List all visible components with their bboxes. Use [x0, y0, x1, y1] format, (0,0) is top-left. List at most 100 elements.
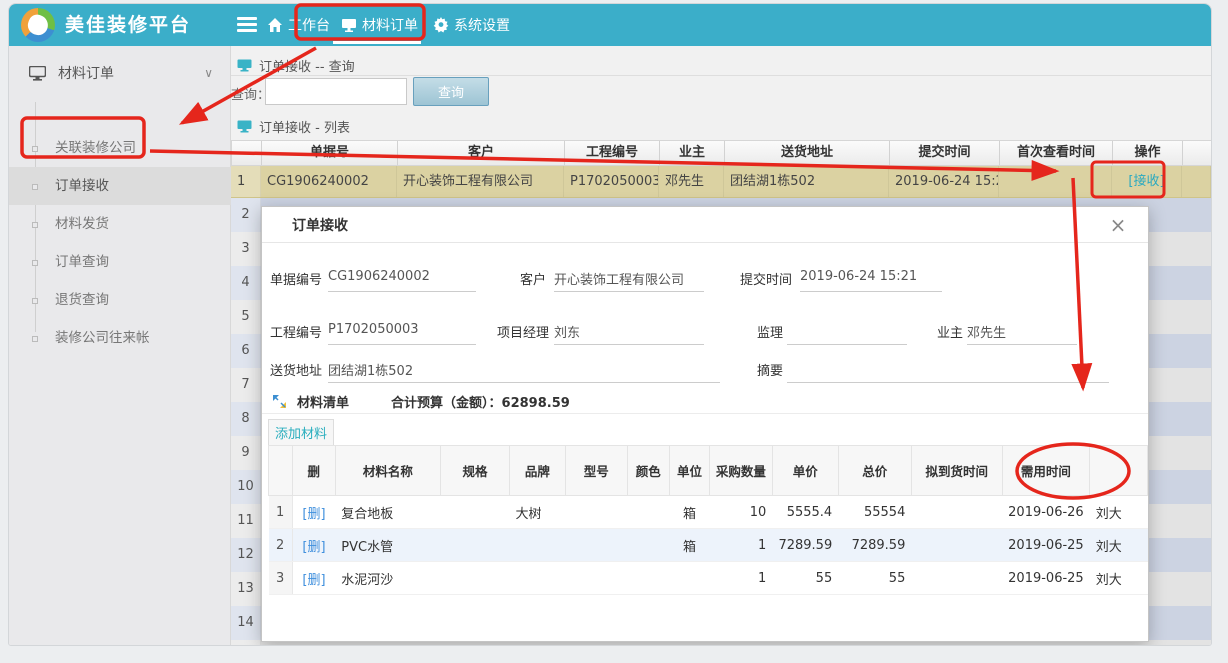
sidebar-item[interactable]: 订单接收 — [9, 167, 231, 205]
column-header: 材料名称 — [335, 446, 440, 496]
modal-field: 监理 — [757, 322, 783, 342]
column-header: 颜色 — [627, 446, 669, 496]
material-cell: 复合地板 — [335, 496, 440, 529]
material-cell: [删] — [292, 562, 335, 595]
field-value[interactable]: P1702050003 — [328, 322, 419, 337]
material-cell — [669, 562, 709, 595]
modal-field: 单据编号CG1906240002 — [270, 269, 322, 289]
field-value[interactable]: 邓先生 — [967, 322, 1006, 341]
column-header: 送货地址 — [725, 141, 890, 165]
field-underline — [967, 344, 1077, 345]
monitor-icon — [237, 120, 252, 133]
row-number: 8 — [231, 402, 261, 436]
column-header-spacer — [1090, 446, 1148, 496]
delete-link[interactable]: [删] — [302, 540, 325, 555]
field-underline — [328, 382, 720, 383]
column-header: 提交时间 — [890, 141, 1000, 165]
collapse-arrows-icon[interactable] — [272, 394, 287, 409]
material-cell — [565, 529, 627, 562]
field-value[interactable]: 团结湖1栋502 — [328, 360, 413, 379]
sidebar-item[interactable]: 关联装修公司 — [9, 129, 231, 167]
material-cell: 2019-06-26 — [1002, 496, 1090, 529]
row-number: 6 — [231, 334, 261, 368]
bullet-icon — [32, 222, 38, 228]
material-cell: 55 — [838, 562, 911, 595]
field-label: 客户 — [520, 273, 546, 288]
nav-item-material-orders[interactable]: 材料订单 — [341, 4, 418, 46]
sidebar-item[interactable]: 材料发货 — [9, 205, 231, 243]
field-value[interactable]: 2019-06-24 15:21 — [800, 269, 917, 284]
app-window: 美佳装修平台 工作台 材料订单 系统设置 — [8, 3, 1212, 646]
field-value[interactable]: CG1906240002 — [328, 269, 430, 284]
order-cell: 开心装饰工程有限公司 — [397, 166, 564, 197]
bullet-icon — [32, 260, 38, 266]
material-cell — [509, 529, 565, 562]
column-header: 工程编号 — [565, 141, 660, 165]
column-header: 需用时间 — [1002, 446, 1090, 496]
field-value[interactable]: 开心装饰工程有限公司 — [554, 269, 684, 288]
budget-total: 合计预算（金额）：62898.59 — [391, 392, 570, 411]
material-cell: 55554 — [838, 496, 911, 529]
order-row-selected[interactable]: 1CG1906240002开心装饰工程有限公司P1702050003邓先生团结湖… — [231, 166, 1212, 198]
column-header: 单位 — [669, 446, 709, 496]
field-underline — [554, 291, 704, 292]
nav-item-workbench[interactable]: 工作台 — [267, 4, 330, 46]
field-underline — [787, 344, 907, 345]
material-cell: 大树 — [509, 496, 565, 529]
nav-item-label: 系统设置 — [454, 15, 510, 35]
delete-link[interactable]: [删] — [302, 573, 325, 588]
delete-link[interactable]: [删] — [302, 507, 325, 522]
bullet-icon — [32, 184, 38, 190]
column-header-spacer — [1183, 141, 1212, 165]
query-input[interactable] — [265, 78, 407, 105]
order-cell: P1702050003 — [564, 166, 659, 197]
bullet-icon — [32, 336, 38, 342]
page: 美佳装修平台 工作台 材料订单 系统设置 — [0, 0, 1228, 663]
column-header-spacer — [232, 141, 262, 165]
order-receive-modal: 订单接收 × 单据编号CG1906240002客户开心装饰工程有限公司提交时间2… — [261, 206, 1149, 642]
sidebar-header-material-orders[interactable]: 材料订单 ∨ — [9, 54, 231, 92]
close-icon[interactable]: × — [1106, 213, 1130, 237]
row-number: 3 — [231, 232, 261, 266]
row-number: 10 — [231, 470, 261, 504]
field-underline — [328, 291, 476, 292]
sidebar-item-label: 关联装修公司 — [55, 140, 136, 156]
row-number: 4 — [231, 266, 261, 300]
column-header: 业主 — [660, 141, 725, 165]
material-cell: 1 — [710, 529, 773, 562]
materials-section-title: 材料清单 — [297, 392, 349, 411]
material-cell: [删] — [292, 496, 335, 529]
material-cell: 1 — [710, 562, 773, 595]
material-cell — [440, 562, 509, 595]
accept-link[interactable]: [接收] — [1112, 166, 1182, 197]
row-number: 2 — [269, 529, 293, 562]
sidebar-item[interactable]: 装修公司往来帐 — [9, 319, 231, 357]
nav-item-system-settings[interactable]: 系统设置 — [433, 4, 510, 46]
material-cell — [509, 562, 565, 595]
row-number: 13 — [231, 572, 261, 606]
field-underline — [787, 382, 1109, 383]
modal-field: 送货地址团结湖1栋502 — [270, 360, 322, 380]
row-number: 9 — [231, 436, 261, 470]
order-cell: 邓先生 — [659, 166, 724, 197]
material-cell: 刘大 — [1090, 529, 1148, 562]
field-value[interactable]: 刘东 — [554, 322, 580, 341]
material-cell: PVC水管 — [335, 529, 440, 562]
field-label: 项目经理 — [497, 326, 549, 341]
sidebar-item[interactable]: 退货查询 — [9, 281, 231, 319]
monitor-icon — [29, 66, 46, 81]
row-number: 3 — [269, 562, 293, 595]
sidebar-item[interactable]: 订单查询 — [9, 243, 231, 281]
query-button[interactable]: 查询 — [413, 77, 489, 106]
order-cell — [999, 166, 1112, 197]
column-header: 删 — [292, 446, 335, 496]
row-number: 15 — [231, 640, 261, 646]
nav-active-underline — [333, 41, 421, 44]
add-material-button[interactable]: 添加材料 — [268, 419, 334, 445]
order-cell: 2019-06-24 15:21 — [889, 166, 999, 197]
sidebar-item-label: 订单接收 — [55, 178, 109, 194]
field-label: 单据编号 — [270, 273, 322, 288]
hamburger-icon[interactable] — [237, 17, 257, 33]
top-navbar: 美佳装修平台 工作台 材料订单 系统设置 — [9, 4, 1212, 46]
row-number: 2 — [231, 198, 261, 232]
